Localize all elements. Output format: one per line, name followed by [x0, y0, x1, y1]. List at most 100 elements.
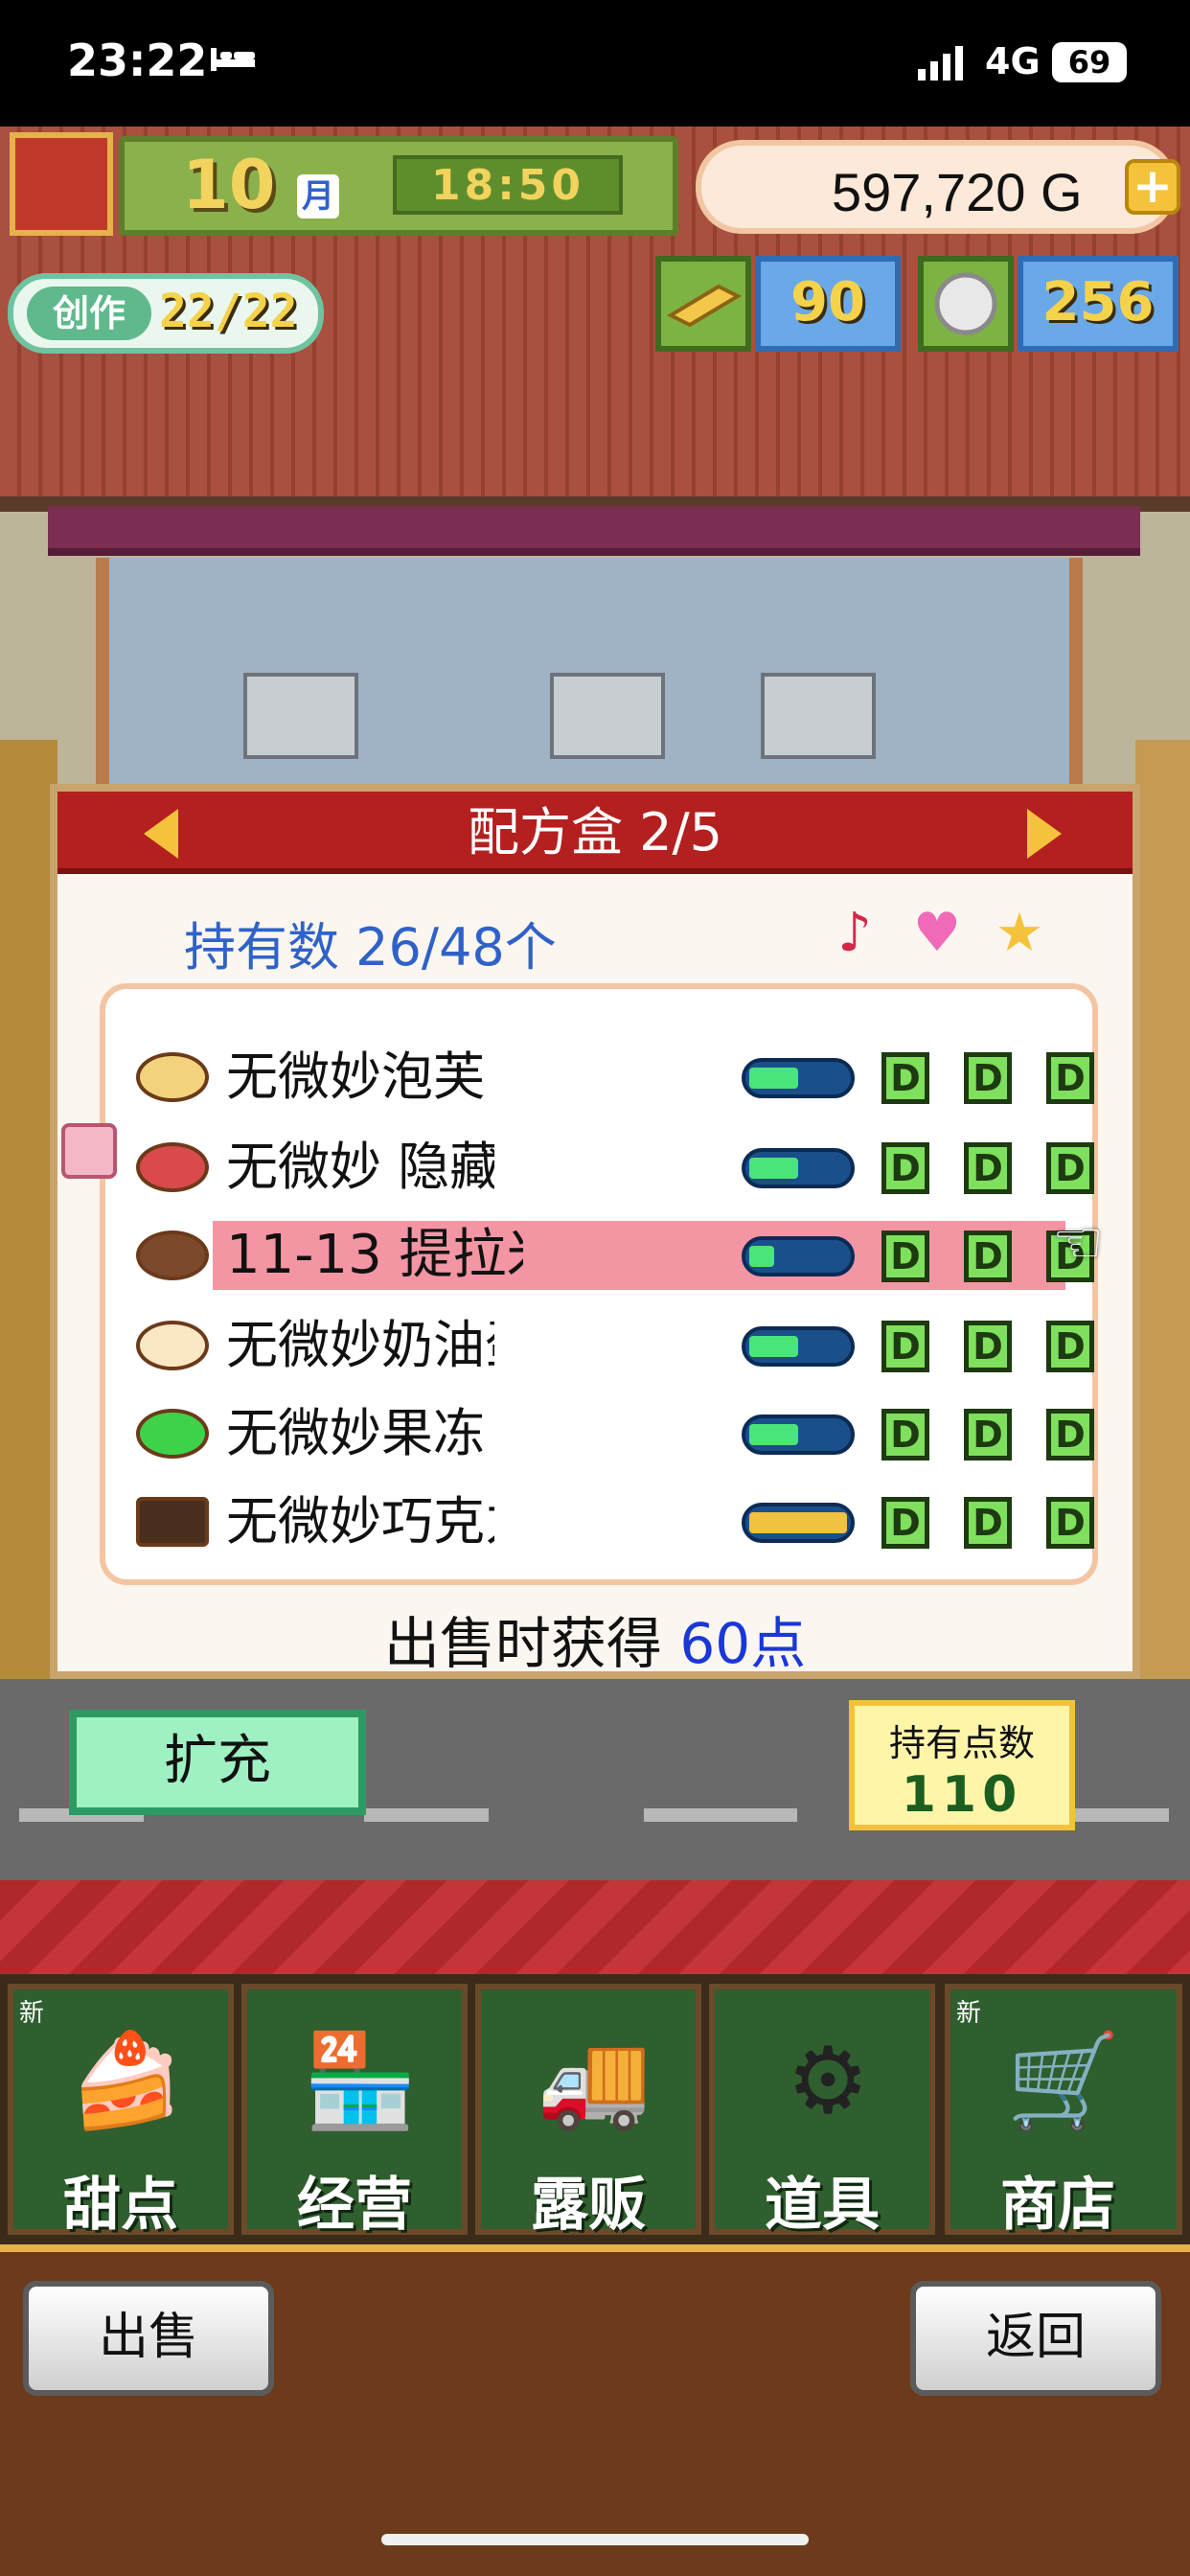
recipe-level-bar [742, 1414, 855, 1455]
level-fill [749, 1158, 798, 1179]
game-clock: 18:50 [393, 155, 623, 215]
menu-item-desserts[interactable]: 新 🍰 甜点 [8, 1984, 234, 2239]
dialog-title-bar: 配方盒 2/5 [57, 792, 1133, 874]
recipe-level-bar [742, 1503, 855, 1543]
recipe-level-bar [742, 1058, 855, 1098]
home-indicator[interactable] [381, 2534, 809, 2545]
menu-item-store[interactable]: 新 🛒 商店 [945, 1984, 1182, 2239]
jelly-icon [136, 1409, 209, 1459]
recipe-name: 11-13 提拉米苏 [226, 1227, 523, 1284]
music-note-icon: ♪ [837, 902, 872, 964]
grade-badge: D [964, 1409, 1012, 1460]
bottom-bar: 出售 返回 [0, 2244, 1190, 2576]
season-leaf-icon [10, 132, 113, 236]
recipe-row[interactable]: 无微妙果冻 D D D [105, 1397, 1094, 1468]
gold-panel: 597,720 G + [696, 140, 1180, 234]
recipe-level-bar [742, 1236, 855, 1276]
medal-counter: 256 [918, 256, 1182, 352]
recipe-box-dialog: 配方盒 2/5 持有数 26/48个 ♪ ♥ ★ 无微妙泡芙 D D D 无微妙… [50, 784, 1140, 1679]
menu-label: 经营 [297, 2172, 412, 2239]
create-label: 创作 [27, 287, 151, 340]
menu-item-management[interactable]: 🏪 经营 [241, 1984, 468, 2239]
back-button[interactable]: 返回 [910, 2281, 1161, 2396]
recipe-name: 无微妙果冻 [226, 1405, 485, 1462]
gold-bar-icon [655, 256, 751, 352]
coconut-ice-icon [136, 1142, 209, 1192]
recipe-row[interactable]: 无微妙奶油蛋糕 D D D [105, 1309, 1094, 1380]
menu-label: 道具 [765, 2172, 880, 2239]
road-marking [364, 1808, 489, 1822]
sleep-icon [211, 48, 255, 71]
reward-points: 60点 [679, 1611, 807, 1676]
medal-count: 256 [1018, 256, 1179, 352]
expand-button[interactable]: 扩充 [69, 1710, 366, 1815]
add-gold-button[interactable]: + [1125, 159, 1180, 215]
grade-badge: D [1046, 1321, 1094, 1372]
prev-page-arrow-icon[interactable] [144, 809, 178, 859]
next-page-arrow-icon[interactable] [1027, 809, 1062, 859]
heart-icon: ♥ [912, 902, 962, 964]
points-value: 110 [901, 1766, 1023, 1824]
tiramisu-icon [136, 1230, 209, 1280]
gold-bar-count: 90 [755, 256, 901, 352]
menu-label: 甜点 [63, 2172, 178, 2239]
oven [761, 673, 876, 759]
cake-icon: 🍰 [69, 2027, 184, 2134]
medal-icon [918, 256, 1014, 352]
grade-badge: D [881, 1409, 929, 1460]
cream-puff-icon [136, 1052, 209, 1102]
recipe-row[interactable]: 无微妙巧克力蛋糕 D D D [105, 1485, 1094, 1556]
level-fill [749, 1512, 847, 1533]
month-value: 10 [182, 146, 276, 224]
menu-label: 商店 [1000, 2172, 1115, 2239]
grade-badge: D [881, 1230, 929, 1282]
grade-badge: D [1046, 1409, 1094, 1460]
main-menu: 新 🍰 甜点 🏪 经营 🚚 露贩 ⚙ 道具 新 🛒 商店 [0, 1974, 1190, 2244]
status-bar: 23:22 4G 69 [0, 0, 1190, 126]
grade-badge: D [964, 1142, 1012, 1194]
tree [0, 740, 57, 1794]
menu-item-items[interactable]: ⚙ 道具 [709, 1984, 935, 2239]
recipe-row[interactable]: 无微妙泡芙 D D D [105, 1041, 1094, 1112]
grade-badge: D [1046, 1497, 1094, 1549]
shop-awning [48, 506, 1140, 556]
cart-icon: 🛒 [1006, 2027, 1121, 2134]
grade-badge: D [1046, 1142, 1094, 1194]
level-fill [749, 1336, 798, 1357]
new-badge: 新 [19, 1999, 45, 2028]
date-panel: 10 月 18:50 [119, 136, 678, 236]
gold-bar-counter: 90 [655, 256, 904, 352]
reward-prefix: 出售时获得 [383, 1611, 680, 1676]
oven [550, 673, 665, 759]
recipe-row[interactable]: 无微妙 隐藏椰沙冰 D D D [105, 1131, 1094, 1202]
create-counter: 创作 22/22 [8, 273, 324, 354]
gear-bag-icon: ⚙ [786, 2027, 870, 2134]
recipe-list: 无微妙泡芙 D D D 无微妙 隐藏椰沙冰 D D D 11-13 提拉米苏 D… [100, 983, 1098, 1585]
level-fill [749, 1068, 798, 1089]
menu-item-stall[interactable]: 🚚 露贩 [475, 1984, 701, 2239]
recipe-level-bar [742, 1148, 855, 1188]
new-badge: 新 [956, 1999, 982, 2028]
recipe-side-tab-icon[interactable] [61, 1123, 117, 1179]
gold-amount: 597,720 G [832, 162, 1083, 222]
grade-badge: D [881, 1497, 929, 1549]
level-fill [749, 1246, 774, 1267]
shop-icon: 🏪 [303, 2027, 418, 2134]
level-fill [749, 1424, 798, 1445]
grade-badge: D [964, 1230, 1012, 1282]
grade-badge: D [881, 1142, 929, 1194]
sell-button[interactable]: 出售 [23, 2281, 274, 2396]
grade-badge: D [964, 1497, 1012, 1549]
points-label: 持有点数 [888, 1722, 1035, 1764]
road-marking [644, 1808, 797, 1822]
recipe-name: 无微妙泡芙 [226, 1048, 485, 1106]
recipe-row-selected[interactable]: 11-13 提拉米苏 D D D [105, 1219, 1094, 1290]
oven [243, 673, 358, 759]
chocolate-cake-icon [136, 1497, 209, 1547]
network-type: 4G [985, 40, 1041, 82]
wall [1135, 740, 1190, 1794]
sell-reward-text: 出售时获得 60点 [57, 1598, 1133, 1679]
recipe-name: 无微妙巧克力蛋糕 [226, 1493, 494, 1551]
signal-icon [918, 46, 963, 80]
cream-cake-icon [136, 1321, 209, 1370]
